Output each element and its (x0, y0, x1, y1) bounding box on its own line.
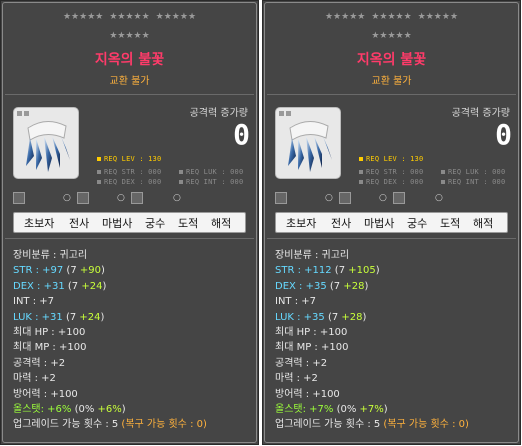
job-thief: 도적 (178, 217, 199, 230)
job-archer: 궁수 (407, 217, 428, 230)
wrench-icon (13, 192, 25, 204)
star-force-row-2: ★★★★★ (109, 31, 150, 41)
claw-gauntlet-icon (17, 111, 70, 172)
stat-defense: 방어력 : +100 (275, 388, 340, 400)
stat-list: 장비분류 : 귀고리 STR : +97 (7 +90) DEX : +31 (… (13, 248, 256, 433)
stat-str: STR : +112 (7 +105) (275, 265, 380, 277)
stat-luk: LUK : +31 (7 +24) (13, 311, 105, 323)
req-int: REQ INT : 000 (179, 178, 243, 186)
stat-luk: LUK : +35 (7 +28) (275, 311, 367, 323)
stat-attack: 공격력 : +2 (275, 357, 328, 369)
stat-str: STR : +97 (7 +90) (13, 265, 105, 277)
req-level: REQ LEV : 130 (97, 155, 161, 163)
claw-gauntlet-icon (279, 111, 332, 172)
stat-max-mp: 최대 MP : +100 (275, 342, 349, 354)
stat-upgrades: 업그레이드 가능 횟수 : 5 (복구 가능 횟수 : 0) (275, 419, 469, 431)
icon-value: ○ (379, 193, 387, 203)
req-str: REQ STR : 000 (359, 168, 423, 176)
item-tooltip-right: ★★★★★ ★★★★★ ★★★★★ ★★★★★ 지옥의 불꽃 교환 불가 공격력 증… (262, 0, 521, 445)
icon-value: ○ (117, 193, 125, 203)
star-force-row-1: ★★★★★ ★★★★★ ★★★★★ (324, 12, 459, 22)
job-beginner: 초보자 (24, 217, 55, 230)
job-requirement-bar: 초보자 전사 마법사 궁수 도적 해적 (275, 212, 508, 233)
job-beginner: 초보자 (286, 217, 317, 230)
item-tooltip-left: ★★★★★ ★★★★★ ★★★★★ ★★★★★ 지옥의 불꽃 교환 불가 공격력 증… (0, 0, 259, 445)
icon-value: ○ (325, 193, 333, 203)
stat-dex: DEX : +35 (7 +28) (275, 280, 369, 292)
job-warrior: 전사 (331, 217, 352, 230)
stat-max-hp: 최대 HP : +100 (13, 326, 86, 338)
divider (5, 94, 254, 95)
shield-icon (393, 192, 405, 204)
stat-all: 올스탯: +6% (0% +6%) (13, 403, 126, 415)
stat-category: 장비분류 : 귀고리 (275, 250, 350, 261)
stat-upgrades: 업그레이드 가능 횟수 : 5 (복구 가능 횟수 : 0) (13, 419, 207, 431)
attack-increase-value: 0 (495, 118, 512, 151)
req-dex: REQ DEX : 000 (97, 178, 161, 186)
divider (267, 238, 516, 239)
job-magician: 마법사 (102, 217, 133, 230)
job-thief: 도적 (440, 217, 461, 230)
scroll-icon (339, 192, 351, 204)
item-name: 지옥의 불꽃 (94, 52, 165, 68)
attack-increase-label: 공격력 증가량 (189, 108, 248, 119)
job-pirate: 해적 (473, 217, 494, 230)
stat-int: INT : +7 (275, 296, 317, 308)
item-image (275, 107, 341, 179)
stat-dex: DEX : +31 (7 +24) (13, 280, 107, 292)
stat-all: 올스탯: +7% (0% +7%) (275, 403, 388, 415)
job-requirement-bar: 초보자 전사 마법사 궁수 도적 해적 (13, 212, 246, 233)
attack-increase-value: 0 (233, 118, 250, 151)
stat-magic: 마력 : +2 (13, 373, 56, 385)
scroll-icon (77, 192, 89, 204)
divider (267, 94, 516, 95)
trade-status: 교환 불가 (109, 76, 150, 87)
stat-defense: 방어력 : +100 (13, 388, 78, 400)
item-name: 지옥의 불꽃 (356, 52, 427, 68)
stat-int: INT : +7 (13, 296, 55, 308)
icon-value: ○ (435, 193, 443, 203)
req-level: REQ LEV : 130 (359, 155, 423, 163)
shield-icon (131, 192, 143, 204)
star-force-row-2: ★★★★★ (371, 31, 412, 41)
req-luk: REQ LUK : 000 (441, 168, 505, 176)
attack-increase-label: 공격력 증가량 (451, 108, 510, 119)
stat-list: 장비분류 : 귀고리 STR : +112 (7 +105) DEX : +35… (275, 248, 518, 433)
item-image (13, 107, 79, 179)
stat-attack: 공격력 : +2 (13, 357, 66, 369)
stat-category: 장비분류 : 귀고리 (13, 250, 88, 261)
stat-max-mp: 최대 MP : +100 (13, 342, 87, 354)
req-str: REQ STR : 000 (97, 168, 161, 176)
job-warrior: 전사 (69, 217, 90, 230)
job-archer: 궁수 (145, 217, 166, 230)
icon-value: ○ (63, 193, 71, 203)
stat-magic: 마력 : +2 (275, 373, 318, 385)
stat-max-hp: 최대 HP : +100 (275, 326, 348, 338)
wrench-icon (275, 192, 287, 204)
star-force-row-1: ★★★★★ ★★★★★ ★★★★★ (62, 12, 197, 22)
req-luk: REQ LUK : 000 (179, 168, 243, 176)
req-dex: REQ DEX : 000 (359, 178, 423, 186)
divider (5, 238, 254, 239)
req-int: REQ INT : 000 (441, 178, 505, 186)
job-pirate: 해적 (211, 217, 232, 230)
icon-value: ○ (173, 193, 181, 203)
trade-status: 교환 불가 (371, 76, 412, 87)
job-magician: 마법사 (364, 217, 395, 230)
